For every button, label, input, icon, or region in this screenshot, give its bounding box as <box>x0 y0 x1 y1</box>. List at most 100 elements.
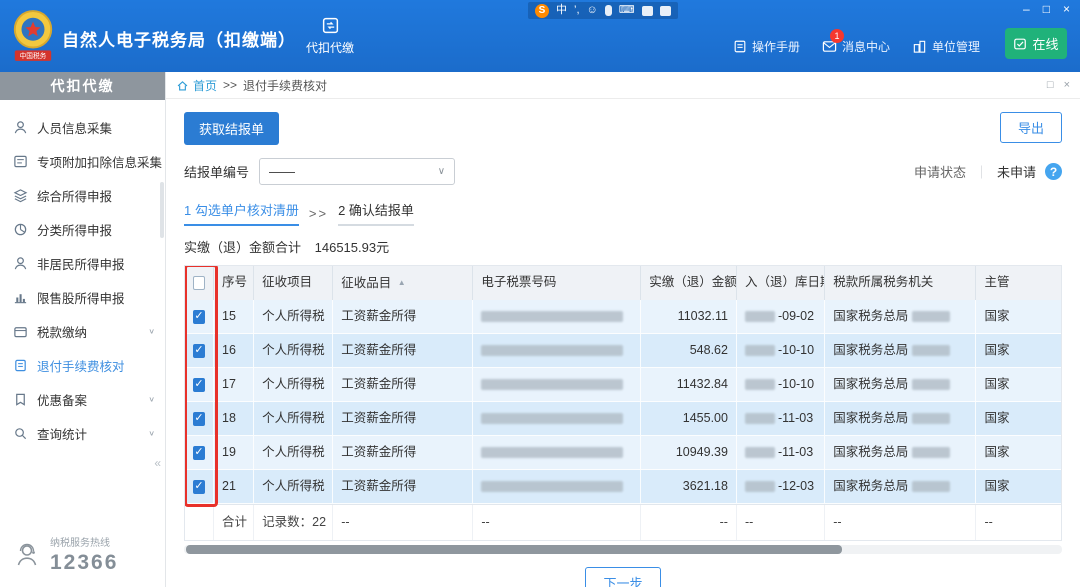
step-2-tab[interactable]: 2 确认结报单 <box>338 200 414 226</box>
report-number-select[interactable]: —— ∨ <box>259 158 455 185</box>
close-tab-icon[interactable]: × <box>1064 79 1070 91</box>
check-icon: ✓ <box>194 447 203 458</box>
ime-toolbar[interactable]: S 中 ’, ☺ ⌨ <box>528 2 678 19</box>
ime-toolbox-icon[interactable] <box>642 6 653 16</box>
table-row[interactable]: ✓ 17 个人所得税 工资薪金所得 11432.84 -10-10 国家税务总局… <box>185 368 1061 402</box>
redacted-ticket-number <box>481 481 623 492</box>
redacted-date-part <box>745 447 775 458</box>
sidebar-item-personnel-info[interactable]: 人员信息采集 <box>0 110 165 144</box>
export-button[interactable]: 导出 <box>1000 112 1062 143</box>
application-status: 申请状态 ｜ 未申请 ? <box>914 162 1062 181</box>
next-step-button[interactable]: 下一步 <box>585 567 660 587</box>
sidebar-item-comprehensive-income[interactable]: 综合所得申报 <box>0 178 165 212</box>
cell-org: 国家税务总局 <box>825 470 976 504</box>
org-name: 国家税务总局 <box>833 343 908 357</box>
table-row[interactable]: ✓ 15 个人所得税 工资薪金所得 11032.11 -09-02 国家税务总局… <box>185 300 1061 334</box>
ime-skin-icon[interactable] <box>660 6 671 16</box>
redacted-date-part <box>745 345 775 356</box>
row-checkbox[interactable]: ✓ <box>193 344 205 358</box>
withholding-tab-icon <box>321 16 340 35</box>
sidebar-scrollbar[interactable] <box>160 182 164 238</box>
online-status-button[interactable]: 在线 <box>1005 28 1067 59</box>
settlement-table: 序号 征收项目 征收品目 ▲ 电子税票号码 实缴（退）金额 入（退）库日期 税款… <box>184 265 1062 541</box>
restore-icon[interactable]: □ <box>1047 79 1054 91</box>
ime-lang-indicator[interactable]: 中 <box>556 2 567 19</box>
cell-seq: 19 <box>214 436 254 470</box>
status-label: 申请状态 <box>914 162 966 181</box>
amount-summary: 实缴（退）金额合计 146515.93元 <box>184 237 1062 256</box>
breadcrumb-home-link[interactable]: 首页 <box>176 77 217 94</box>
ime-keyboard-icon[interactable]: ⌨ <box>619 2 635 19</box>
table-row[interactable]: ✓ 16 个人所得税 工资薪金所得 548.62 -10-10 国家税务总局 国… <box>185 334 1061 368</box>
date-suffix: -10-10 <box>778 377 814 391</box>
redacted-org-part <box>912 379 950 390</box>
sidebar-item-restricted-shares[interactable]: 限售股所得申报 <box>0 280 165 314</box>
sidebar-item-query-statistics[interactable]: 查询统计 ∨ <box>0 416 165 450</box>
redacted-date-part <box>745 481 775 492</box>
table-row[interactable]: ✓ 18 个人所得税 工资薪金所得 1455.00 -11-03 国家税务总局 … <box>185 402 1061 436</box>
manual-link[interactable]: 操作手册 <box>733 38 800 55</box>
sidebar-item-classified-income[interactable]: 分类所得申报 <box>0 212 165 246</box>
document-icon <box>733 39 747 54</box>
sogou-logo-icon[interactable]: S <box>535 4 549 18</box>
status-value: 未申请 <box>997 162 1036 181</box>
hotline-label: 纳税服务热线 <box>50 534 118 549</box>
sidebar-item-label: 限售股所得申报 <box>37 288 125 307</box>
row-checkbox[interactable]: ✓ <box>193 412 205 426</box>
horizontal-scrollbar[interactable] <box>184 545 1062 554</box>
cell-item: 工资薪金所得 <box>333 300 473 334</box>
ime-emoji-icon[interactable]: ☺ <box>587 2 598 19</box>
org-name: 国家税务总局 <box>833 309 908 323</box>
sidebar-item-refund-fee-check[interactable]: 退付手续费核对 <box>0 348 165 382</box>
org-name: 国家税务总局 <box>833 445 908 459</box>
cell-amount: 11432.84 <box>641 368 737 402</box>
help-icon[interactable]: ? <box>1045 163 1062 180</box>
cell-item: 工资薪金所得 <box>333 470 473 504</box>
sort-asc-icon: ▲ <box>398 278 406 287</box>
cell-amount: 11032.11 <box>641 300 737 334</box>
chevron-down-icon: ∨ <box>148 327 155 336</box>
sidebar-item-preferential-filing[interactable]: 优惠备案 ∨ <box>0 382 165 416</box>
summary-label: 实缴（退）金额合计 <box>184 240 301 255</box>
cell-manager: 国家 <box>976 300 1061 334</box>
sidebar-item-tax-payment[interactable]: 税款缴纳 ∨ <box>0 314 165 348</box>
cell-org: 国家税务总局 <box>825 334 976 368</box>
sidebar-item-special-deduction[interactable]: 专项附加扣除信息采集 <box>0 144 165 178</box>
tab-withholding[interactable]: 代扣代缴 <box>296 0 364 72</box>
org-manage-link[interactable]: 单位管理 <box>912 38 980 55</box>
row-checkbox[interactable]: ✓ <box>193 446 205 460</box>
report-number-value: —— <box>269 164 295 179</box>
table-row[interactable]: ✓ 19 个人所得税 工资薪金所得 10949.39 -11-03 国家税务总局… <box>185 436 1061 470</box>
row-checkbox[interactable]: ✓ <box>193 378 205 392</box>
ime-mic-icon[interactable] <box>605 5 612 16</box>
step-1-tab[interactable]: 1 勾选单户核对清册 <box>184 200 299 226</box>
header-amount: 实缴（退）金额 <box>641 266 737 300</box>
step-1-label: 勾选单户核对清册 <box>195 203 299 218</box>
row-checkbox[interactable]: ✓ <box>193 310 205 324</box>
sidebar-item-nonresident-income[interactable]: 非居民所得申报 <box>0 246 165 280</box>
select-all-checkbox[interactable] <box>193 276 205 290</box>
ime-punctuation-icon[interactable]: ’, <box>574 2 580 19</box>
sidebar-item-label: 查询统计 <box>37 424 87 443</box>
tax-bureau-logo-icon: 中国税务 <box>10 8 56 64</box>
chevron-down-icon: ∨ <box>148 429 155 438</box>
horizontal-scrollbar-thumb[interactable] <box>186 545 842 554</box>
fetch-settlement-button[interactable]: 获取结报单 <box>184 112 279 145</box>
search-icon <box>13 426 28 441</box>
sidebar-collapse-icon[interactable]: « <box>154 456 161 470</box>
cell-project: 个人所得税 <box>254 436 333 470</box>
close-icon[interactable]: × <box>1063 2 1070 16</box>
cell-seq: 16 <box>214 334 254 368</box>
header-item[interactable]: 征收品目 ▲ <box>333 266 473 300</box>
org-name: 国家税务总局 <box>833 479 908 493</box>
emblem-banner-text: 中国税务 <box>20 51 47 60</box>
sidebar-item-label: 非居民所得申报 <box>37 254 125 273</box>
message-center-link[interactable]: 1 消息中心 <box>822 38 890 55</box>
maximize-icon[interactable]: □ <box>1043 2 1050 16</box>
minimize-icon[interactable]: – <box>1023 2 1030 16</box>
main-panel: 首页 >> 退付手续费核对 □ × 获取结报单 导出 结报单编号 —— ∨ <box>166 72 1080 587</box>
cell-seq: 18 <box>214 402 254 436</box>
cell-item: 工资薪金所得 <box>333 402 473 436</box>
row-checkbox[interactable]: ✓ <box>193 480 205 494</box>
table-row[interactable]: ✓ 21 个人所得税 工资薪金所得 3621.18 -12-03 国家税务总局 … <box>185 470 1061 504</box>
